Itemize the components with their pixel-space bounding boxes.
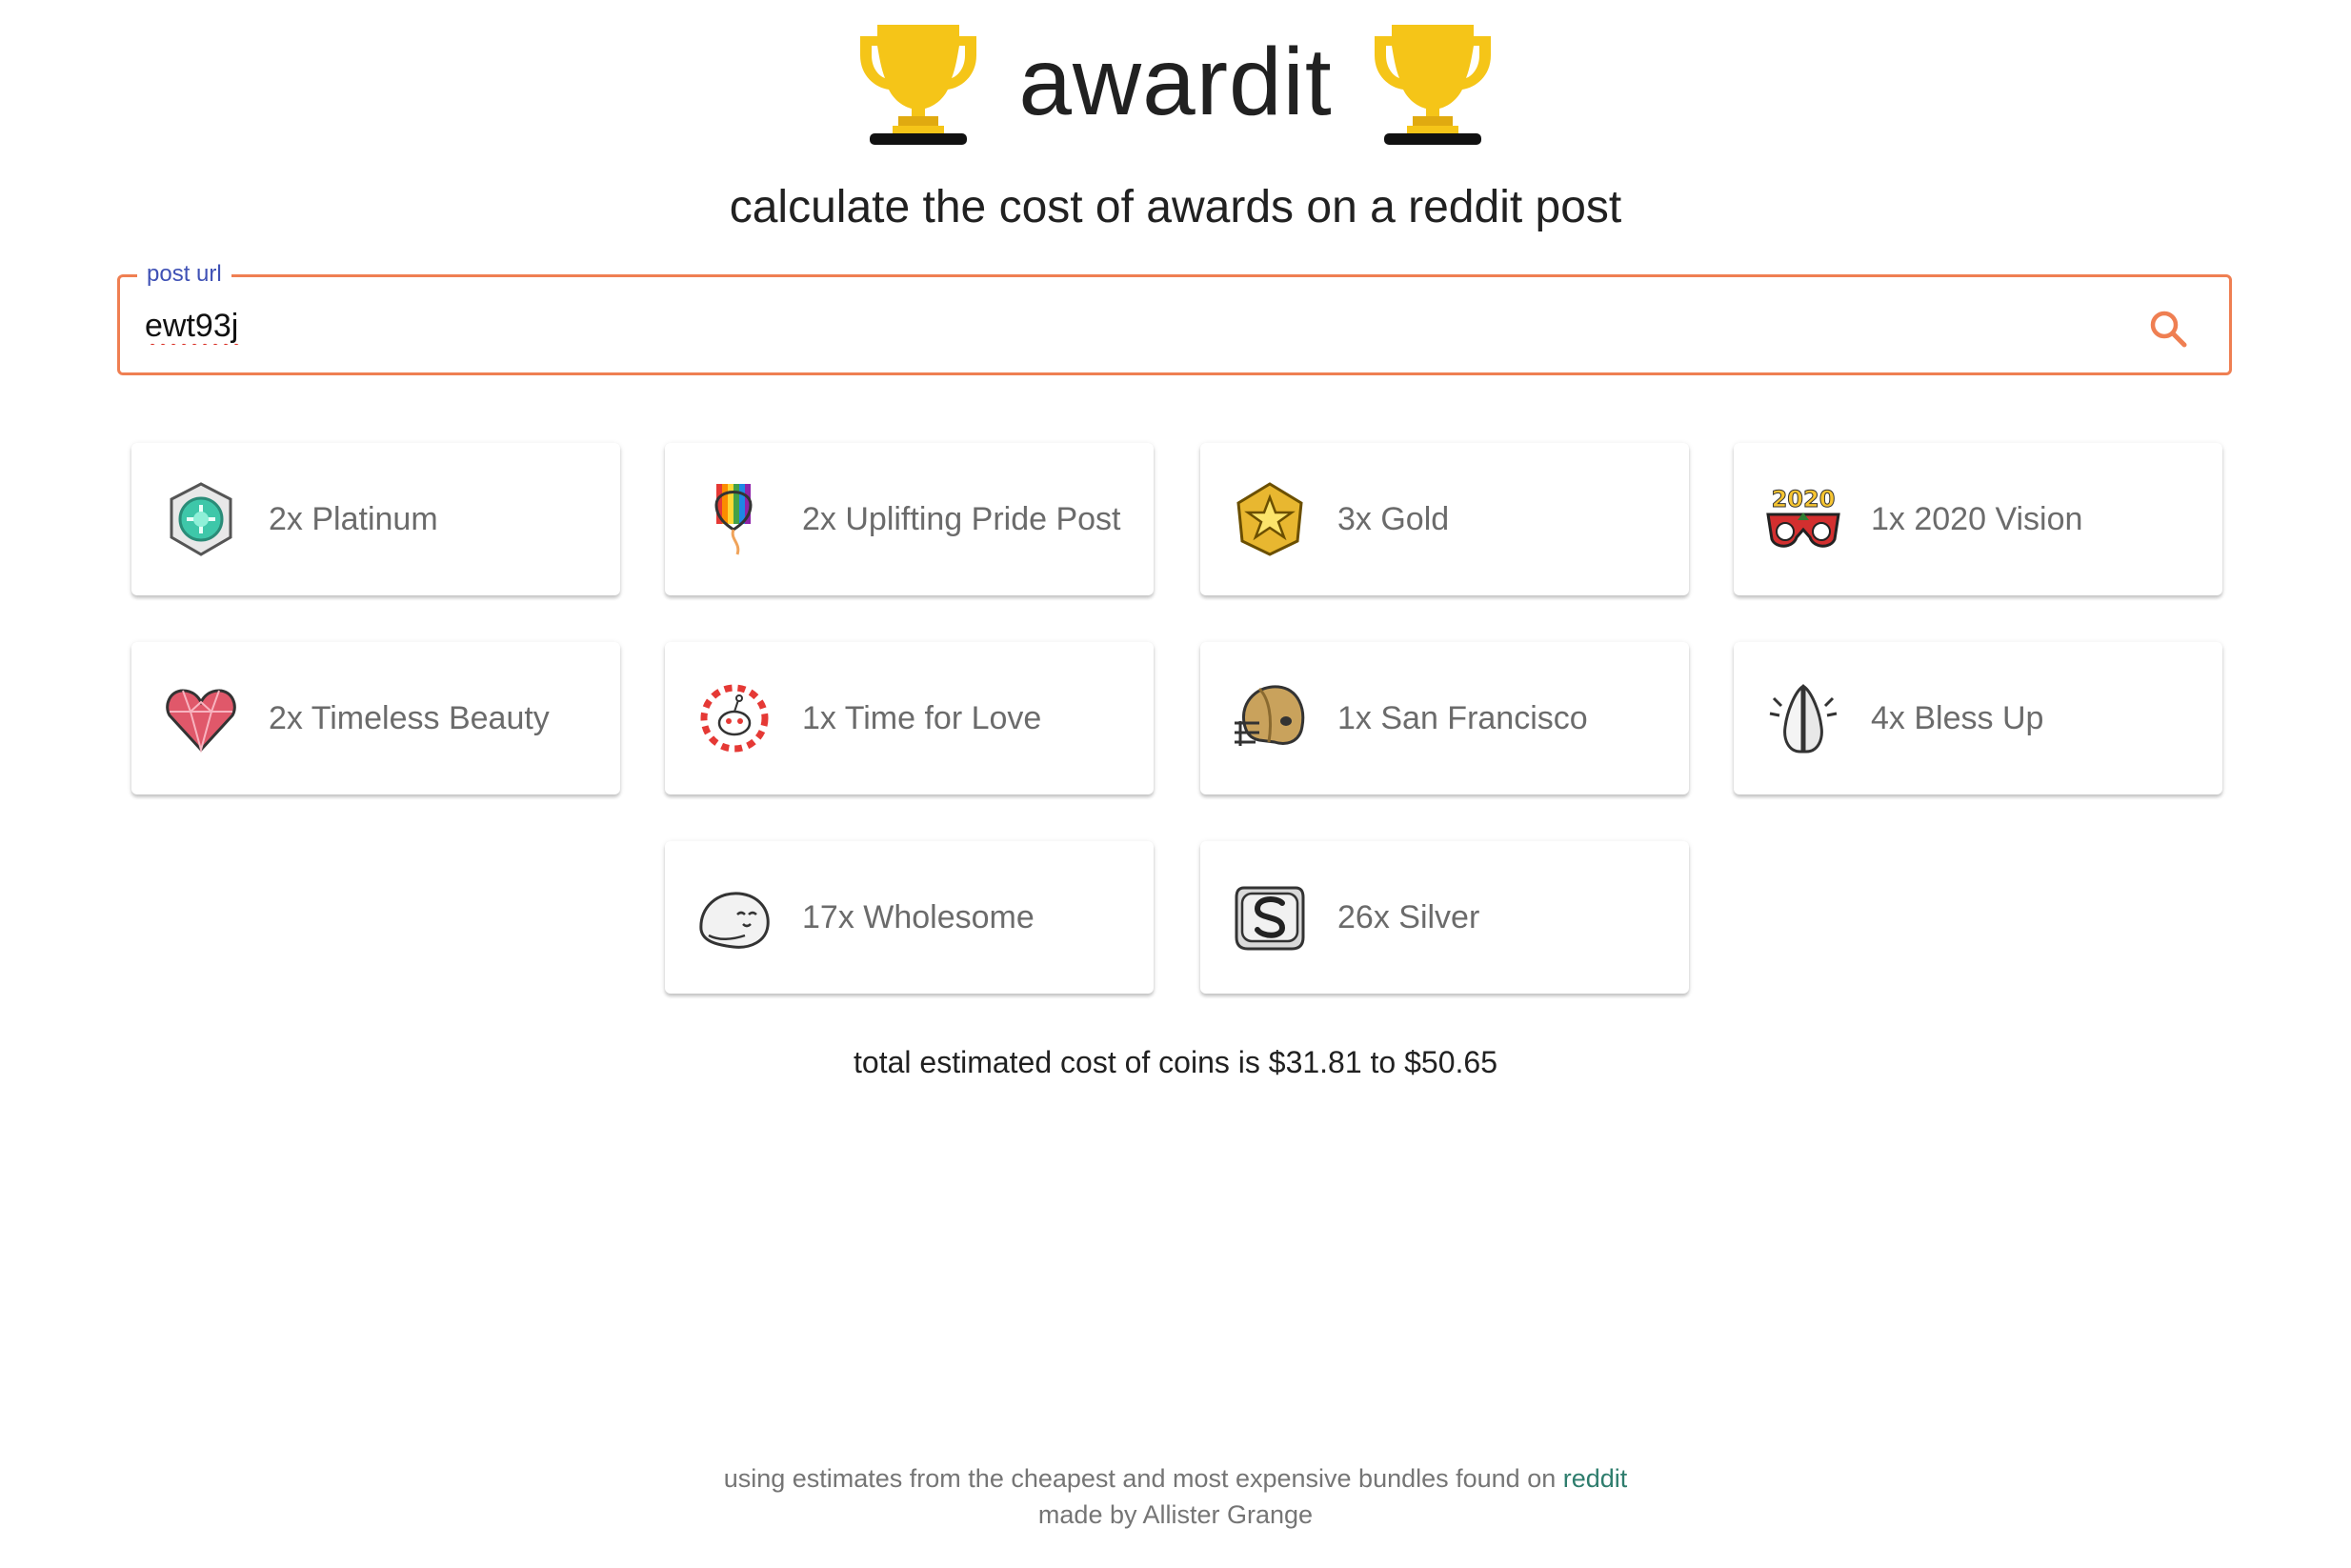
pride-balloon-icon xyxy=(714,484,753,555)
award-card: 1x San Francisco xyxy=(1200,642,1689,794)
footer: using estimates from the cheapest and mo… xyxy=(0,1460,2351,1533)
award-label: 1x Time for Love xyxy=(802,699,1042,736)
award-card: 26x Silver xyxy=(1200,841,1689,994)
award-label: 1x San Francisco xyxy=(1337,699,1588,736)
award-card: 17x Wholesome xyxy=(665,841,1154,994)
award-card: 3x Gold xyxy=(1200,443,1689,595)
award-card: 4x Bless Up xyxy=(1734,642,2222,794)
silver-award-icon xyxy=(1235,886,1305,951)
award-label: 3x Gold xyxy=(1337,500,1450,537)
svg-text:2020: 2020 xyxy=(1772,486,1836,513)
award-card: 2x Timeless Beauty xyxy=(131,642,620,794)
gold-award-icon xyxy=(1236,482,1303,556)
award-card: 1x Time for Love xyxy=(665,642,1154,794)
award-card: 2x Platinum xyxy=(131,443,620,595)
award-label: 2x Timeless Beauty xyxy=(269,699,550,736)
award-card: 2x Uplifting Pride Post xyxy=(665,443,1154,595)
award-label: 2x Platinum xyxy=(269,500,438,537)
reddit-link[interactable]: reddit xyxy=(1563,1464,1628,1493)
award-label: 1x 2020 Vision xyxy=(1871,500,2083,537)
footer-line-estimates: using estimates from the cheapest and mo… xyxy=(0,1460,2351,1497)
footer-estimates-text: using estimates from the cheapest and mo… xyxy=(723,1464,1563,1493)
platinum-award-icon xyxy=(170,482,232,556)
2020-glasses-icon: 2020 xyxy=(1766,486,1840,548)
award-card: 2020 1x 2020 Vision xyxy=(1734,443,2222,595)
award-label: 26x Silver xyxy=(1337,898,1480,935)
total-cost: total estimated cost of coins is $31.81 … xyxy=(854,1045,1497,1079)
award-label: 2x Uplifting Pride Post xyxy=(802,500,1121,537)
football-helmet-icon xyxy=(1235,685,1305,746)
praying-hands-icon xyxy=(1769,683,1838,754)
heart-gem-icon xyxy=(166,689,236,754)
wholesome-seal-icon xyxy=(699,892,770,949)
footer-credit: made by Allister Grange xyxy=(1037,1500,1314,1529)
awards-grid: 2x Platinum 2x Uplifting Pride Post 3x G… xyxy=(0,0,2351,1048)
award-label: 4x Bless Up xyxy=(1871,699,2044,736)
snoo-hearts-icon xyxy=(700,684,769,753)
award-label: 17x Wholesome xyxy=(802,898,1035,935)
